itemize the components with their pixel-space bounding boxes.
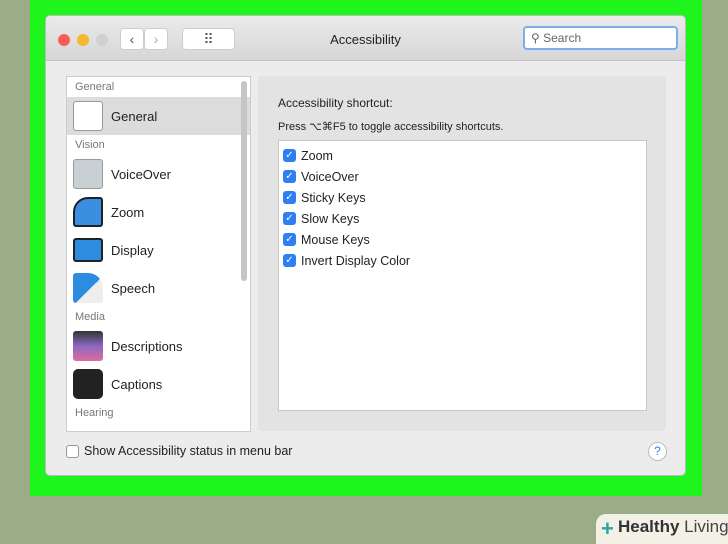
sidebar-item-zoom[interactable]: Zoom (67, 193, 250, 231)
shortcut-heading: Accessibility shortcut: (278, 96, 393, 110)
checkbox-checked-icon[interactable]: ✓ (283, 212, 296, 225)
search-icon: ⚲ (531, 31, 544, 45)
checkbox-checked-icon[interactable]: ✓ (283, 149, 296, 162)
checkbox-checked-icon[interactable]: ✓ (283, 191, 296, 204)
shortcut-options-list: ✓ Zoom ✓ VoiceOver ✓ Sticky Keys ✓ Slow Keys… (278, 140, 647, 411)
voiceover-icon (73, 159, 103, 189)
descriptions-icon (73, 331, 103, 361)
sidebar-item-display[interactable]: Display (67, 231, 250, 269)
option-invert-display-color[interactable]: ✓ Invert Display Color (283, 250, 642, 271)
section-media: Media (75, 311, 105, 323)
section-general: General (75, 81, 115, 93)
zoom-icon (73, 197, 103, 227)
option-sticky-keys[interactable]: ✓ Sticky Keys (283, 187, 642, 208)
option-zoom[interactable]: ✓ Zoom (283, 145, 642, 166)
preferences-window: ‹ › ⠿ Accessibility ⚲ Search General Gen… (45, 15, 686, 476)
checkbox-checked-icon[interactable]: ✓ (283, 254, 296, 267)
option-voiceover[interactable]: ✓ VoiceOver (283, 166, 642, 187)
checkbox-checked-icon[interactable]: ✓ (283, 170, 296, 183)
shortcut-panel: Accessibility shortcut: Press ⌥⌘F5 to to… (258, 76, 666, 431)
plus-logo-icon: + (601, 516, 614, 541)
help-button[interactable]: ? (648, 442, 667, 461)
shortcut-subtitle: Press ⌥⌘F5 to toggle accessibility short… (278, 121, 504, 133)
checkbox-checked-icon[interactable]: ✓ (283, 233, 296, 246)
option-mouse-keys[interactable]: ✓ Mouse Keys (283, 229, 642, 250)
sidebar-item-voiceover[interactable]: VoiceOver (67, 155, 250, 193)
sidebar: General General Vision VoiceOver Zoom Di… (66, 76, 251, 432)
captions-icon (73, 369, 103, 399)
search-input[interactable]: ⚲ Search (523, 26, 678, 50)
title-bar: ‹ › ⠿ Accessibility ⚲ Search (46, 16, 685, 61)
section-hearing: Hearing (75, 407, 114, 419)
speech-icon (73, 273, 103, 303)
sidebar-item-captions[interactable]: Captions (67, 365, 250, 403)
status-checkbox[interactable] (66, 444, 79, 458)
section-vision: Vision (75, 139, 105, 151)
sidebar-item-speech[interactable]: Speech (67, 269, 250, 307)
sidebar-scrollbar[interactable] (241, 81, 247, 281)
general-icon (73, 101, 103, 131)
display-icon (73, 238, 103, 262)
status-menu-option[interactable]: Show Accessibility status in menu bar (66, 444, 292, 458)
sidebar-item-descriptions[interactable]: Descriptions (67, 327, 250, 365)
sidebar-item-general[interactable]: General (67, 97, 250, 135)
option-slow-keys[interactable]: ✓ Slow Keys (283, 208, 642, 229)
